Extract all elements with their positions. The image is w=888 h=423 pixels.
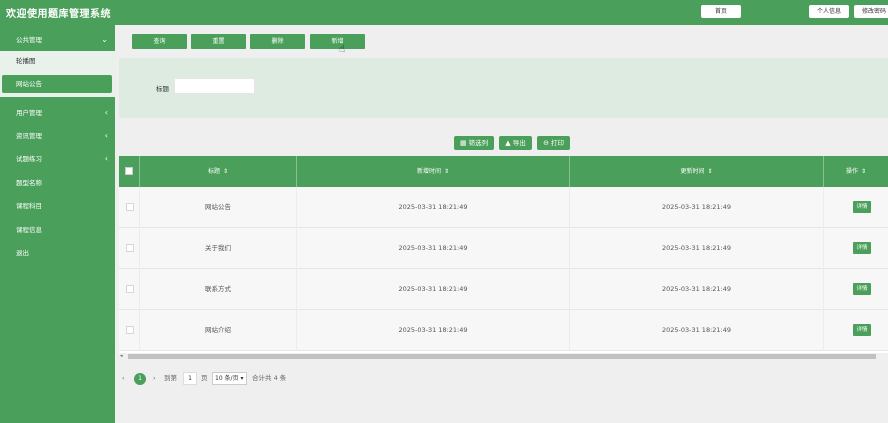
filter-columns-button[interactable]: ▦ 筛选列 bbox=[454, 136, 494, 150]
sidebar-item-question-types[interactable]: 题型名称 bbox=[0, 172, 115, 194]
table-row: 网站介绍 2025-03-31 18:21:49 2025-03-31 18:2… bbox=[119, 310, 888, 351]
row-checkbox[interactable] bbox=[126, 203, 134, 211]
search-panel: 标题 bbox=[119, 58, 888, 118]
sidebar-item-news-management[interactable]: 资讯管理 ‹ bbox=[0, 125, 115, 147]
hand-cursor-icon: ☝ bbox=[339, 44, 346, 55]
sort-icon: ⇕ bbox=[222, 168, 229, 175]
delete-button[interactable]: 删除 bbox=[250, 34, 305, 49]
cell-updated: 2025-03-31 18:21:49 bbox=[570, 269, 824, 310]
reset-button[interactable]: 重置 bbox=[191, 34, 246, 49]
horizontal-scrollbar[interactable]: ◂ bbox=[119, 353, 888, 360]
data-table: 标题 ⇕ 新增时间 ⇕ 更新时间 ⇕ 操作 ⇕ 网站公告 2025-03-31 18:2… bbox=[119, 156, 888, 353]
detail-button[interactable]: 详情 bbox=[853, 324, 871, 336]
chevron-down-icon: ▾ bbox=[238, 375, 244, 382]
print-icon: ⊖ bbox=[543, 139, 549, 147]
sidebar-subitem-carousel[interactable]: 轮播图 bbox=[0, 52, 115, 70]
chevron-left-icon: ‹ bbox=[104, 154, 108, 163]
app-title: 欢迎使用题库管理系统 bbox=[6, 9, 111, 20]
title-search-input[interactable] bbox=[174, 78, 255, 94]
chevron-left-icon: ‹ bbox=[104, 131, 108, 140]
search-title-label: 标题 bbox=[156, 85, 169, 93]
cell-title: 关于我们 bbox=[140, 228, 297, 269]
sidebar: 公共管理 ⌄ 轮播图 网站公告 用户管理 ‹ 资讯管理 ‹ 试题练习 ‹ 题型名… bbox=[0, 25, 115, 423]
sidebar-subitem-announcement[interactable]: 网站公告 bbox=[2, 75, 112, 93]
scroll-left-arrow-icon[interactable]: ◂ bbox=[120, 353, 123, 360]
cell-created: 2025-03-31 18:21:49 bbox=[297, 269, 570, 310]
sidebar-item-user-management[interactable]: 用户管理 ‹ bbox=[0, 102, 115, 124]
home-button[interactable]: 首页 bbox=[701, 5, 741, 18]
add-button[interactable]: 新增 bbox=[310, 34, 365, 49]
cell-title: 网站公告 bbox=[140, 187, 297, 228]
query-button[interactable]: 查询 bbox=[132, 34, 187, 49]
table-row: 网站公告 2025-03-31 18:21:49 2025-03-31 18:2… bbox=[119, 187, 888, 228]
profile-button[interactable]: 个人信息 bbox=[809, 5, 849, 18]
goto-page-input[interactable]: 1 bbox=[183, 372, 197, 385]
sidebar-item-label: 题型名称 bbox=[16, 179, 42, 187]
cell-updated: 2025-03-31 18:21:49 bbox=[570, 228, 824, 269]
sort-icon: ⇕ bbox=[860, 168, 867, 175]
table-row: 关于我们 2025-03-31 18:21:49 2025-03-31 18:2… bbox=[119, 228, 888, 269]
detail-button[interactable]: 详情 bbox=[853, 201, 871, 213]
goto-label: 到第 bbox=[164, 374, 177, 382]
page-size-select[interactable]: 10 条/页 ▾ bbox=[212, 372, 247, 385]
cell-created: 2025-03-31 18:21:49 bbox=[297, 310, 570, 351]
detail-button[interactable]: 详情 bbox=[853, 283, 871, 295]
column-header-actions: 操作 ⇕ bbox=[845, 168, 867, 175]
sidebar-item-label: 用户管理 bbox=[16, 109, 42, 117]
table-header: 标题 ⇕ 新增时间 ⇕ 更新时间 ⇕ 操作 ⇕ bbox=[119, 156, 888, 187]
print-button[interactable]: ⊖ 打印 bbox=[537, 136, 570, 150]
top-header: 欢迎使用题库管理系统 首页 个人信息 修改密码 bbox=[0, 0, 888, 25]
export-icon: ▲ bbox=[505, 139, 511, 147]
cell-created: 2025-03-31 18:21:49 bbox=[297, 187, 570, 228]
scrollbar-thumb[interactable] bbox=[128, 354, 876, 359]
sidebar-item-public-management[interactable]: 公共管理 ⌄ bbox=[0, 29, 115, 51]
sidebar-item-course-subjects[interactable]: 课程科目 bbox=[0, 195, 115, 217]
sidebar-item-label: 课程科目 bbox=[16, 202, 42, 210]
cell-title: 联系方式 bbox=[140, 269, 297, 310]
chevron-left-icon: ‹ bbox=[104, 108, 108, 117]
cell-title: 网站介绍 bbox=[140, 310, 297, 351]
submenu-public-management: 轮播图 网站公告 bbox=[0, 51, 115, 97]
sidebar-item-label: 课程信息 bbox=[16, 226, 42, 234]
sidebar-item-label: 公共管理 bbox=[16, 36, 42, 44]
cell-updated: 2025-03-31 18:21:49 bbox=[570, 310, 824, 351]
sort-icon: ⇕ bbox=[707, 168, 713, 175]
sidebar-item-label: 退出 bbox=[16, 249, 29, 257]
column-header-title[interactable]: 标题 ⇕ bbox=[140, 156, 297, 187]
prev-page-button[interactable]: ‹ bbox=[122, 372, 125, 384]
detail-button[interactable]: 详情 bbox=[853, 242, 871, 254]
row-checkbox[interactable] bbox=[126, 285, 134, 293]
row-checkbox[interactable] bbox=[126, 244, 134, 252]
select-all-checkbox[interactable] bbox=[125, 167, 133, 175]
main-content: 查询 重置 删除 新增 ☝ 标题 ▦ 筛选列 ▲ 导出 ⊖ 打印 标题 ⇕ 新增时间 ⇕ … bbox=[115, 25, 888, 423]
select-all-cell bbox=[119, 156, 140, 187]
export-button[interactable]: ▲ 导出 bbox=[499, 136, 532, 150]
change-password-button[interactable]: 修改密码 bbox=[854, 5, 888, 18]
current-page[interactable]: 1 bbox=[134, 373, 146, 385]
table-row: 联系方式 2025-03-31 18:21:49 2025-03-31 18:2… bbox=[119, 269, 888, 310]
sort-icon: ⇕ bbox=[443, 168, 450, 175]
column-header-created[interactable]: 新增时间 ⇕ bbox=[297, 156, 570, 187]
page-unit-label: 页 bbox=[201, 374, 208, 382]
cell-updated: 2025-03-31 18:21:49 bbox=[570, 187, 824, 228]
sidebar-item-label: 资讯管理 bbox=[16, 132, 42, 140]
print-label: 打印 bbox=[550, 139, 564, 147]
export-label: 导出 bbox=[512, 139, 526, 147]
total-count: 合计共 4 条 bbox=[252, 374, 287, 382]
cell-created: 2025-03-31 18:21:49 bbox=[297, 228, 570, 269]
sidebar-item-course-info[interactable]: 课程信息 bbox=[0, 219, 115, 241]
column-header-updated[interactable]: 更新时间 ⇕ bbox=[570, 156, 824, 187]
filter-columns-label: 筛选列 bbox=[468, 139, 489, 147]
chevron-down-icon: ⌄ bbox=[101, 35, 108, 44]
sidebar-item-exercises[interactable]: 试题练习 ‹ bbox=[0, 148, 115, 170]
sidebar-item-label: 试题练习 bbox=[16, 155, 42, 163]
next-page-button[interactable]: › bbox=[153, 372, 156, 384]
sidebar-item-logout[interactable]: 退出 bbox=[0, 242, 115, 264]
row-checkbox[interactable] bbox=[126, 326, 134, 334]
table-icon: ▦ bbox=[459, 139, 467, 147]
